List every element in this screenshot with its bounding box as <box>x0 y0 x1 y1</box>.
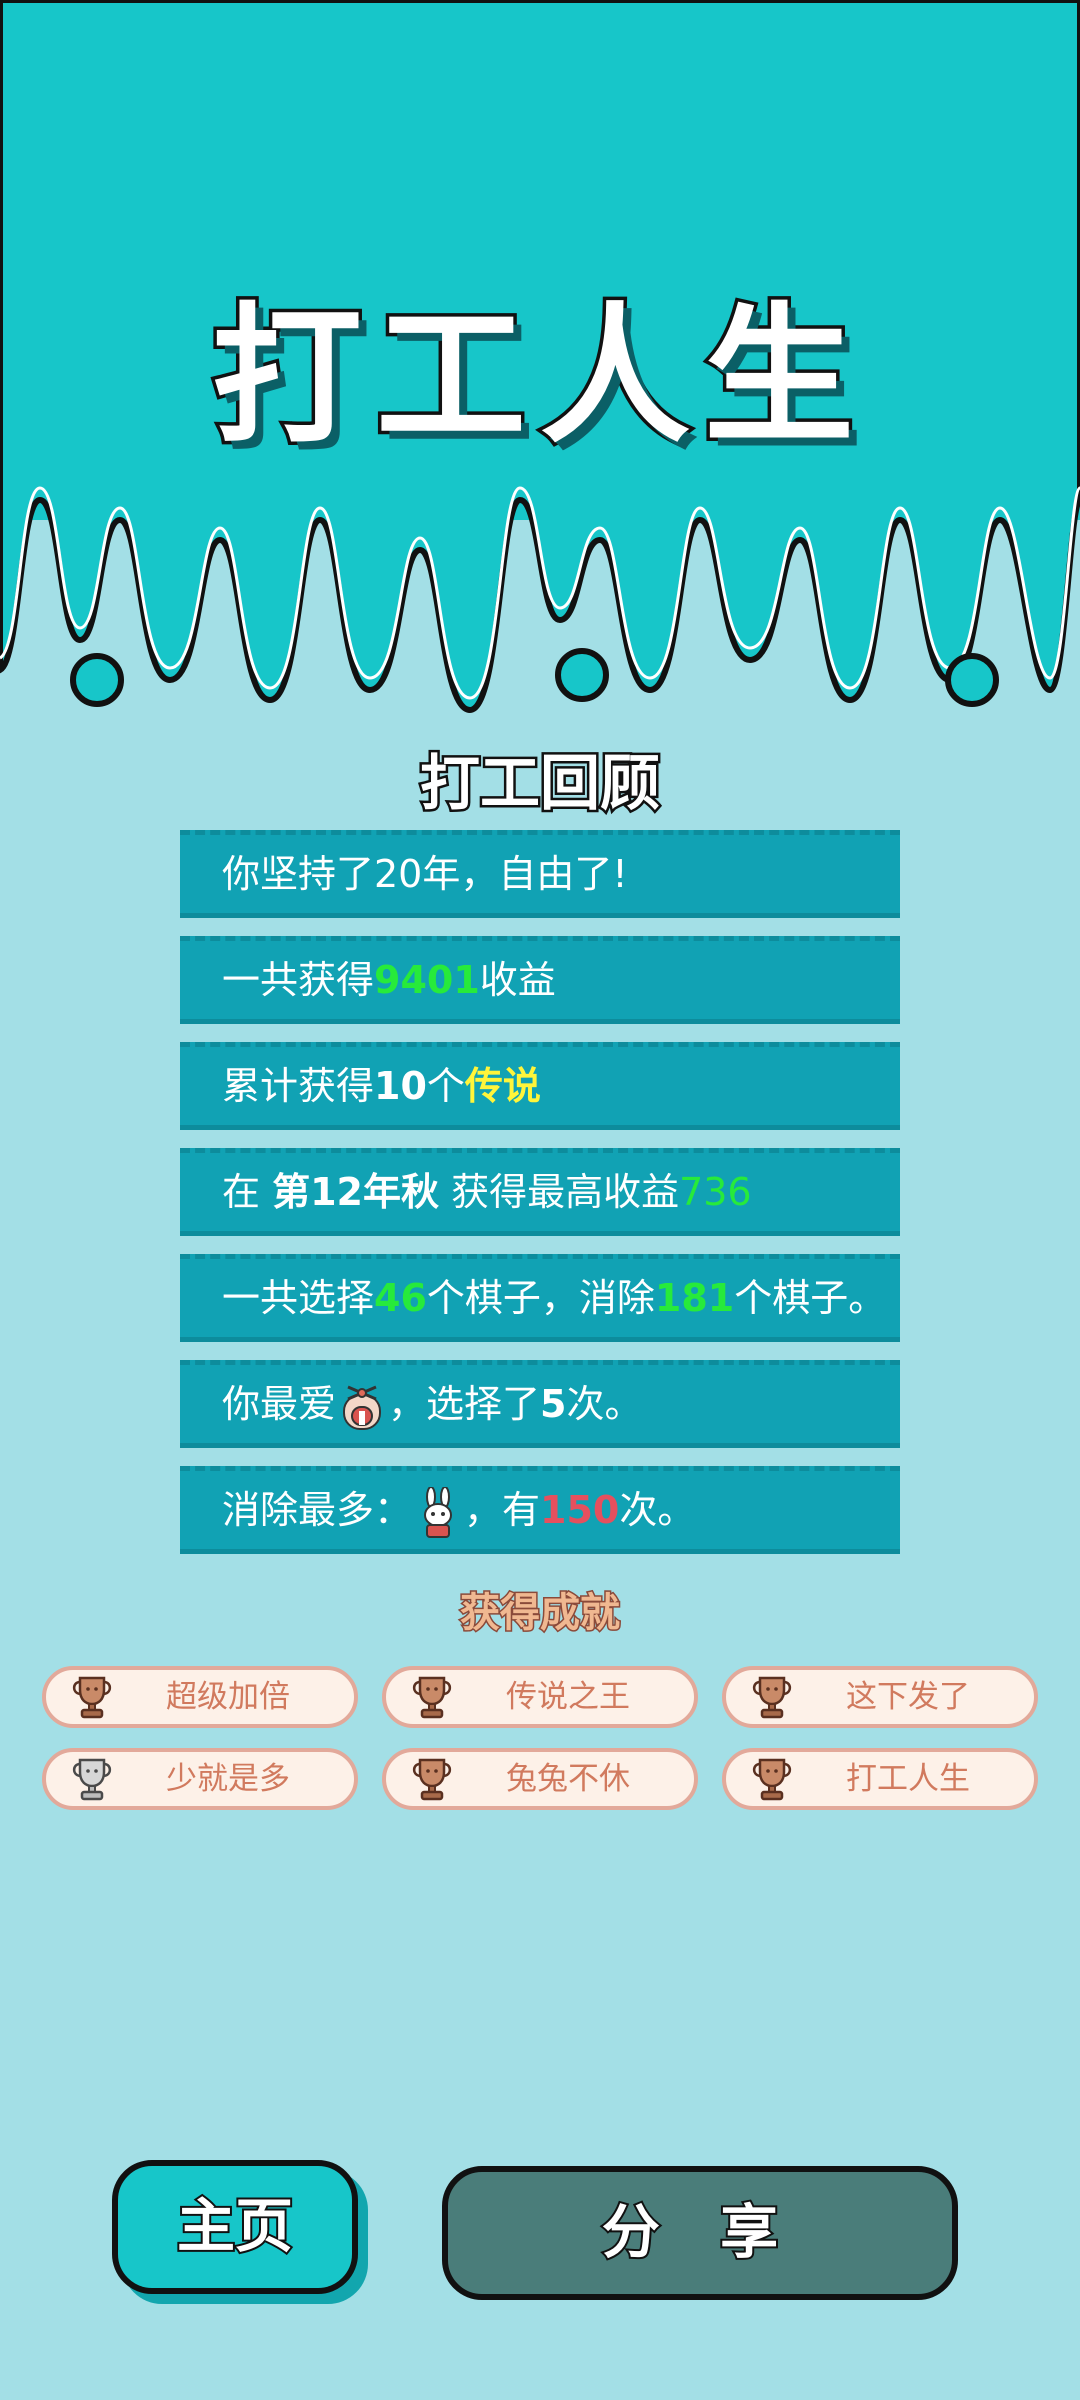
row-text: 一共选择 <box>222 1276 375 1320</box>
achievement-label: 这下发了 <box>846 1679 970 1715</box>
achievement-badge[interactable]: 打工人生 <box>722 1748 1038 1810</box>
achievement-badge[interactable]: 这下发了 <box>722 1666 1038 1728</box>
row-text: ，有 <box>464 1488 541 1532</box>
best-income-value: 736 <box>679 1170 752 1214</box>
achievement-badge[interactable]: 兔兔不休 <box>382 1748 698 1810</box>
achievement-label: 传说之王 <box>506 1679 630 1715</box>
most-removed-count: 150 <box>540 1488 620 1532</box>
review-row-legend: 累计获得10个传说 <box>180 1042 900 1130</box>
review-row-pieces: 一共选择46个棋子，消除181个棋子。 <box>180 1254 900 1342</box>
game-title: 打工人生 <box>208 287 868 468</box>
trophy-bronze-icon <box>72 1676 112 1719</box>
achievement-badge[interactable]: 超级加倍 <box>42 1666 358 1728</box>
row-text: 你坚持了20年，自由了! <box>222 852 628 896</box>
row-text: 次。 <box>619 1488 696 1532</box>
review-row-income: 一共获得9401收益 <box>180 936 900 1024</box>
selected-count: 46 <box>374 1276 427 1320</box>
review-row-best-income: 在 第12年秋 获得最高收益736 <box>180 1148 900 1236</box>
income-value: 9401 <box>374 958 480 1002</box>
share-button[interactable]: 分 享 <box>442 2166 958 2300</box>
row-text: 消除最多： <box>222 1488 413 1532</box>
home-button[interactable]: 主页 <box>112 2160 358 2294</box>
row-text: 你最爱 <box>222 1382 337 1426</box>
trophy-bronze-icon <box>752 1758 792 1801</box>
favorite-count: 5 <box>540 1382 567 1426</box>
share-button-label: 分 享 <box>600 2196 799 2268</box>
rabbit-icon <box>424 1486 453 1538</box>
trophy-bronze-icon <box>412 1758 452 1801</box>
row-text: ，选择了 <box>388 1382 541 1426</box>
achievement-badge[interactable]: 传说之王 <box>382 1666 698 1728</box>
row-text: 获得最高收益 <box>438 1170 680 1214</box>
row-text: 个棋子。 <box>734 1276 887 1320</box>
row-text: 个棋子，消除 <box>426 1276 655 1320</box>
row-text: 个 <box>426 1064 465 1108</box>
review-row-most-removed: 消除最多： ，有150次。 <box>180 1466 900 1554</box>
row-text: 累计获得 <box>222 1064 375 1108</box>
removed-count: 181 <box>654 1276 735 1320</box>
legend-label: 传说 <box>464 1064 541 1108</box>
achievement-label: 兔兔不休 <box>506 1761 630 1797</box>
trophy-bronze-icon <box>412 1676 452 1719</box>
achievement-label: 超级加倍 <box>166 1679 290 1715</box>
achievements-title: 获得成就 <box>459 1589 622 1638</box>
row-text: 在 <box>222 1170 273 1214</box>
review-row-years: 你坚持了20年，自由了! <box>180 830 900 918</box>
review-row-favorite: 你最爱 ，选择了5次。 <box>180 1360 900 1448</box>
best-season: 第12年秋 <box>272 1170 439 1214</box>
row-text: 次。 <box>566 1382 643 1426</box>
row-text: 收益 <box>479 958 556 1002</box>
review-section-title: 打工回顾 <box>418 747 663 822</box>
achievement-label: 打工人生 <box>846 1761 970 1797</box>
achievement-label: 少就是多 <box>166 1761 290 1797</box>
row-text: 一共获得 <box>222 958 375 1002</box>
achievement-badge[interactable]: 少就是多 <box>42 1748 358 1810</box>
trophy-bronze-icon <box>752 1676 792 1719</box>
home-button-label: 主页 <box>175 2190 295 2262</box>
legend-count: 10 <box>374 1064 427 1108</box>
trophy-silver-icon <box>72 1758 112 1801</box>
carousel-icon <box>343 1385 382 1430</box>
